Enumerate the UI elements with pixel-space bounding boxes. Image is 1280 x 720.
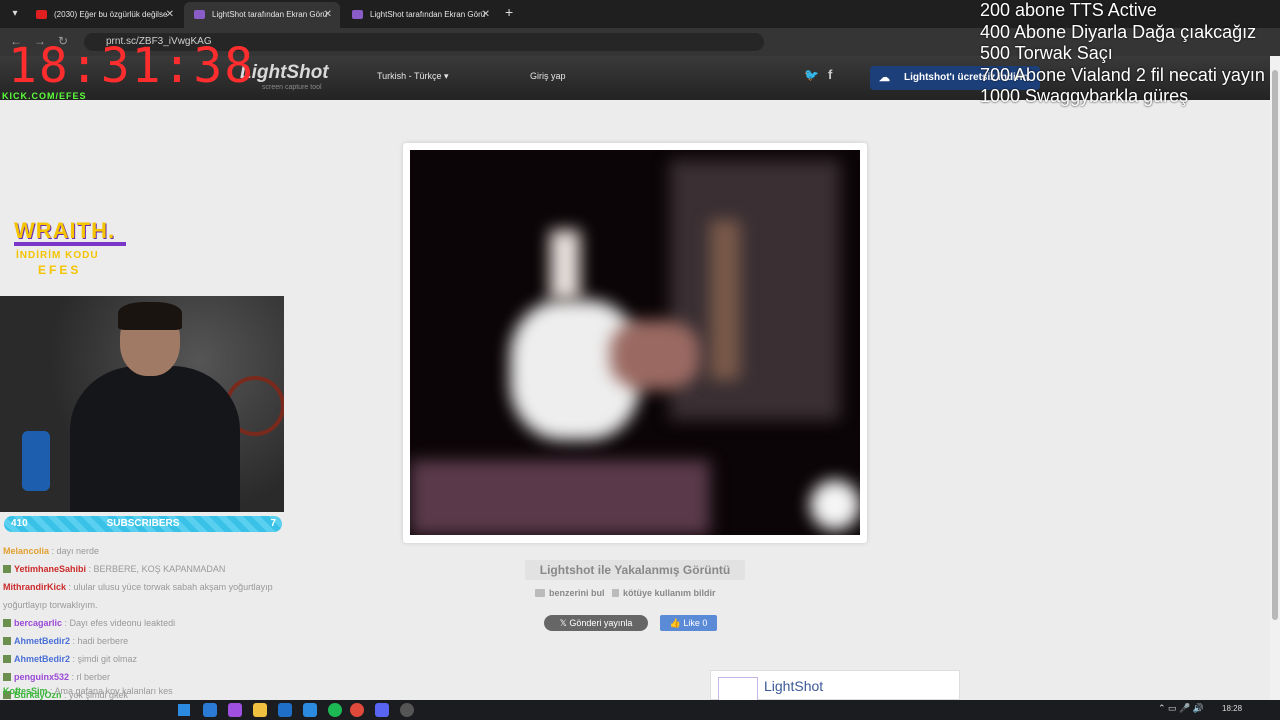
webcam-feed [0, 296, 284, 512]
flag-icon [612, 589, 620, 597]
lightshot-feather-icon [352, 10, 363, 19]
camera-icon [535, 589, 545, 597]
tweet-button[interactable]: 𝕏 Gönderi yayınla [544, 615, 648, 631]
login-link[interactable]: Giriş yap [530, 71, 566, 81]
windows-taskbar: KoftesSim : Ama gafana koy kalanları kes… [0, 686, 1280, 720]
facebook-like-button[interactable]: 👍 Like 0 [660, 615, 717, 631]
goal-item: 700 Abone Vialand 2 fil necati yayın [980, 64, 1265, 85]
sponsor-underline [14, 242, 126, 246]
close-icon[interactable]: ✕ [324, 2, 332, 28]
stream-clock: 18:31:38 [8, 38, 256, 94]
image-caption: Lightshot ile Yakalanmış Görüntü [525, 560, 745, 580]
goal-item: 1000 Swaggybarkla güreş [980, 86, 1189, 106]
facebook-page-widget[interactable]: LightShot [710, 670, 960, 701]
chat-message: YetimhaneSahibi : BERBERE, KOŞ KAPANMADA… [3, 560, 333, 578]
chat-message: AhmetBedir2 : şimdi git olmaz [3, 650, 333, 668]
chat-message: yoğurtlayıp torwaklıyım. [3, 600, 98, 610]
tab-title: LightShot tarafından Ekran Görü [212, 10, 328, 19]
store-icon[interactable] [303, 703, 317, 717]
facebook-page-name[interactable]: LightShot [764, 678, 823, 694]
tab-title: LightShot tarafından Ekran Görü [370, 10, 486, 19]
lightshot-tagline: screen capture tool [262, 84, 322, 91]
outlook-icon[interactable] [278, 703, 292, 717]
youtube-icon [36, 10, 47, 19]
badge-icon [3, 619, 11, 627]
subscriber-label: SUBSCRIBERS [106, 518, 180, 529]
chat-message: AhmetBedir2 : hadi berbere [3, 632, 333, 650]
new-tab-button[interactable]: + [505, 4, 513, 20]
subscriber-bar: 410 SUBSCRIBERS 7 [4, 516, 282, 532]
goal-item: 200 abone TTS Active [980, 0, 1157, 20]
tab-search-icon[interactable]: ▾ [6, 5, 24, 23]
chat-message: KoftesSim : Ama gafana koy kalanları kes [3, 686, 173, 696]
facebook-icon[interactable]: f [828, 67, 832, 82]
goal-item: 500 Torwak Saçı [980, 43, 1113, 63]
badge-icon [3, 637, 11, 645]
start-button[interactable] [178, 704, 190, 716]
sponsor-code: EFES [38, 263, 82, 277]
sponsor-discount-label: İNDİRİM KODU [16, 250, 99, 261]
find-similar-link[interactable]: benzerini bul [549, 588, 605, 598]
kick-channel-label: KICK.COM/EFES [2, 91, 87, 101]
tab-lightshot-active[interactable]: LightShot tarafından Ekran Görü ✕ [184, 2, 340, 28]
chat-message: MithrandirKick : ulular ulusu yüce torwa… [3, 582, 273, 592]
stream-chat: Melancolia : dayı nerde YetimhaneSahibi … [3, 542, 333, 704]
discord-icon[interactable] [375, 703, 389, 717]
subscriber-goals: 200 abone TTS Active 400 Abone Diyarla D… [980, 0, 1280, 108]
close-icon[interactable]: ✕ [482, 2, 490, 28]
spotify-icon[interactable] [328, 703, 342, 717]
tab-title: (2030) Eğer bu özgürlük değilse [54, 10, 168, 19]
system-tray[interactable]: ⌃ ▭ 🎤 🔊 [1158, 703, 1204, 714]
chat-message: bercagarlic : Dayı efes videonu leaktedi [3, 614, 333, 632]
microphone [22, 431, 50, 491]
streamer-body [70, 366, 240, 512]
lightshot-page-thumbnail [718, 677, 758, 701]
scrollbar-thumb[interactable] [1272, 70, 1278, 620]
screenshot-image[interactable] [410, 150, 860, 535]
close-icon[interactable]: ✕ [166, 2, 174, 28]
image-actions: benzerini bul kötüye kullanım bildir [535, 588, 716, 598]
language-selector[interactable]: Turkish - Türkçe ▾ [377, 71, 449, 82]
edge-icon[interactable] [203, 703, 217, 717]
page-scrollbar[interactable] [1270, 56, 1280, 700]
badge-icon [3, 673, 11, 681]
taskbar-clock[interactable]: 18:28 [1222, 704, 1242, 713]
chat-message: Melancolia : dayı nerde [3, 546, 100, 556]
copilot-icon[interactable] [228, 703, 242, 717]
tab-youtube[interactable]: (2030) Eğer bu özgürlük değilse ✕ [26, 2, 182, 28]
report-abuse-link[interactable]: kötüye kullanım bildir [623, 588, 716, 598]
chrome-icon[interactable] [350, 703, 364, 717]
screenshot-card [403, 143, 867, 543]
goal-item: 400 Abone Diyarla Dağa çıakcağız [980, 21, 1257, 42]
sponsor-logo: WRAITH. [14, 218, 116, 243]
twitter-icon[interactable]: 🐦 [804, 68, 819, 82]
badge-icon [3, 655, 11, 663]
cloud-download-icon: ☁ [879, 72, 890, 84]
file-explorer-icon[interactable] [253, 703, 267, 717]
lightshot-feather-icon [194, 10, 205, 19]
tab-lightshot[interactable]: LightShot tarafından Ekran Görü ✕ [342, 2, 498, 28]
subscriber-right-count: 7 [270, 518, 276, 529]
obs-icon[interactable] [400, 703, 414, 717]
badge-icon [3, 565, 11, 573]
